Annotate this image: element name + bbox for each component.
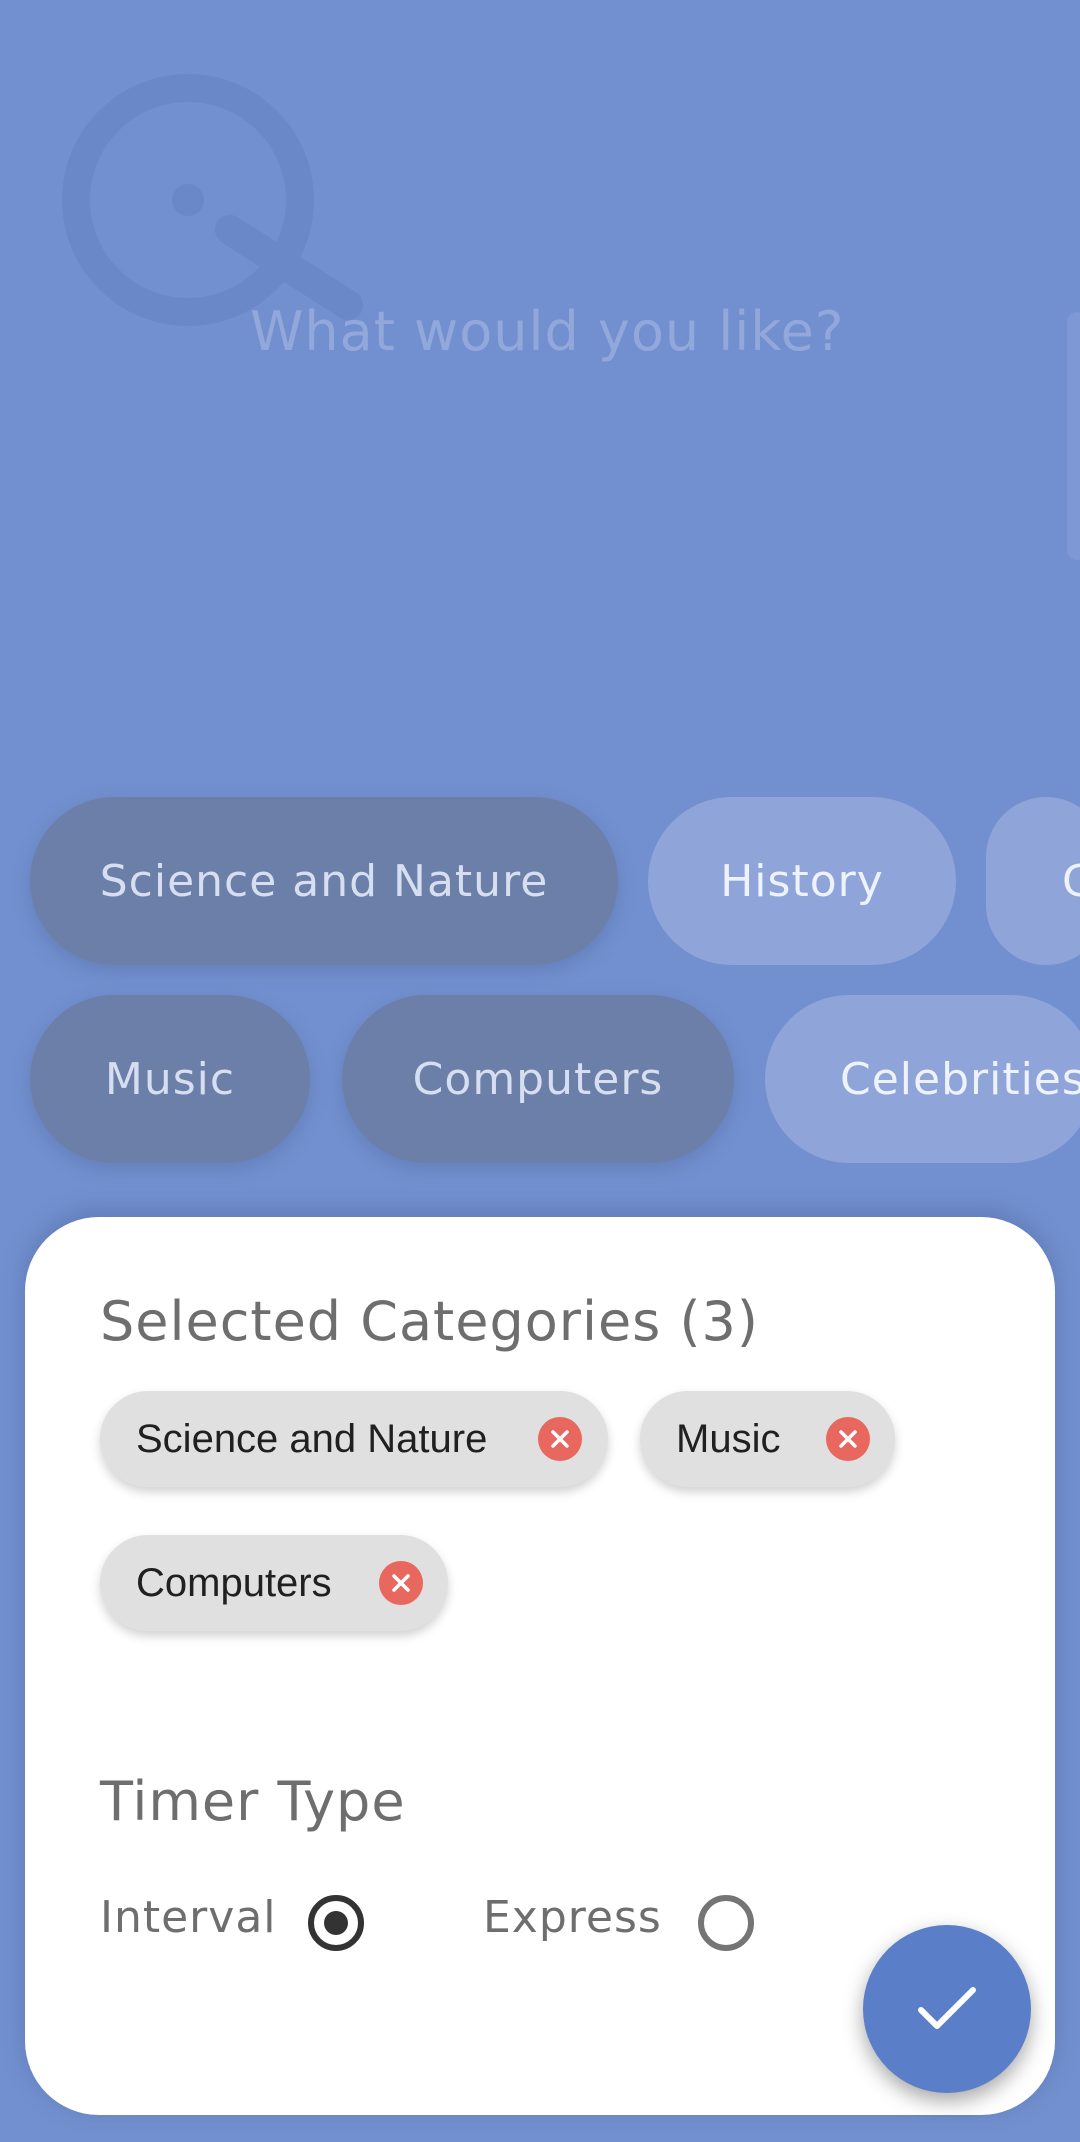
interval-label[interactable]: Interval [100,1892,277,1943]
category-chip-history[interactable]: History [648,797,956,965]
selected-chip-label: Music [676,1416,781,1461]
selected-chip-computers: Computers [100,1535,448,1631]
timer-type-title: Timer Type [100,1770,406,1833]
close-circle-icon[interactable] [379,1561,423,1605]
check-icon [918,1987,976,2029]
interval-radio[interactable] [308,1895,364,1951]
confirm-button[interactable] [863,1925,1031,2093]
close-circle-icon[interactable] [826,1417,870,1461]
selected-chip-label: Computers [136,1560,332,1605]
category-chip-science-and-nature[interactable]: Science and Nature [30,797,618,965]
close-circle-icon[interactable] [538,1417,582,1461]
express-label[interactable]: Express [483,1892,662,1943]
category-chip-computers[interactable]: Computers [342,995,734,1163]
selected-chip-music: Music [640,1391,895,1487]
express-radio[interactable] [698,1895,754,1951]
selected-chip-science-and-nature: Science and Nature [100,1391,608,1487]
category-chip-partial[interactable]: G [986,797,1080,965]
selected-chip-label: Science and Nature [136,1416,488,1461]
search-bar-edge [1067,312,1080,560]
selected-categories-title: Selected Categories (3) [100,1290,759,1353]
category-chip-celebrities[interactable]: Celebrities [765,995,1080,1163]
category-chip-music[interactable]: Music [30,995,310,1163]
search-prompt[interactable]: What would you like? [250,300,845,363]
